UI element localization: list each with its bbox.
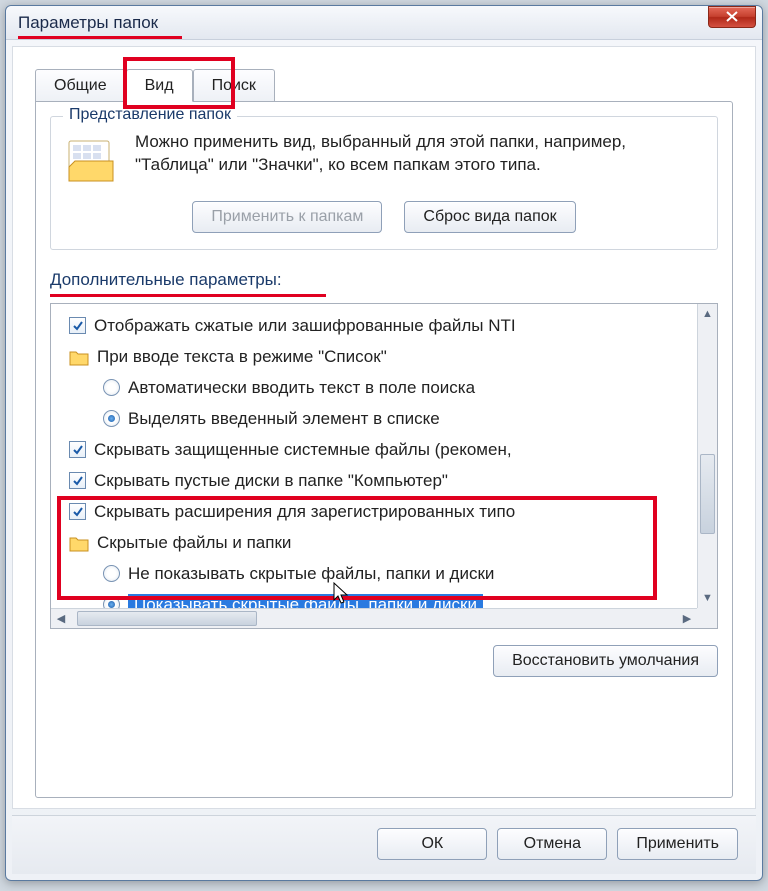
checkbox-checked-icon[interactable] <box>69 441 86 458</box>
folder-views-group: Представление папок Можно применить вид,… <box>50 116 718 250</box>
scroll-thumb[interactable] <box>700 454 715 534</box>
tab-strip: Общие Вид Поиск <box>35 65 733 101</box>
radio-unchecked-icon[interactable] <box>103 565 120 582</box>
group-title: Представление папок <box>63 106 237 124</box>
annotation-underline-2 <box>50 294 326 297</box>
tree-item[interactable]: Отображать сжатые или зашифрованные файл… <box>69 310 713 341</box>
radio-checked-icon[interactable] <box>103 410 120 427</box>
close-icon <box>726 11 738 22</box>
dialog-content: Общие Вид Поиск Представление папок <box>12 46 756 809</box>
scroll-left-icon[interactable]: ◀ <box>51 609 71 628</box>
tree-label: Скрывать пустые диски в папке "Компьютер… <box>94 471 448 491</box>
tree-item[interactable]: Автоматически вводить текст в поле поиск… <box>69 372 713 403</box>
scroll-right-icon[interactable]: ▶ <box>677 609 697 628</box>
checkbox-checked-icon[interactable] <box>69 503 86 520</box>
window-title: Параметры папок <box>18 13 158 33</box>
folder-options-dialog: Параметры папок Общие Вид Поиск Представ… <box>5 5 763 881</box>
tree-item[interactable]: Выделять введенный элемент в списке <box>69 403 713 434</box>
tab-panel-view: Представление папок Можно применить вид,… <box>35 101 733 798</box>
titlebar: Параметры папок <box>6 6 762 40</box>
cancel-button[interactable]: Отмена <box>497 828 607 860</box>
tree-item-dont-show-hidden[interactable]: Не показывать скрытые файлы, папки и дис… <box>69 558 713 589</box>
vertical-scrollbar[interactable]: ▲ ▼ <box>697 304 717 608</box>
dialog-button-bar: ОК Отмена Применить <box>12 815 756 874</box>
checkbox-checked-icon[interactable] <box>69 472 86 489</box>
tree-item-folder[interactable]: При вводе текста в режиме "Список" <box>69 341 713 372</box>
checkbox-checked-icon[interactable] <box>69 317 86 334</box>
reset-folders-button[interactable]: Сброс вида папок <box>404 201 575 233</box>
folder-large-icon <box>63 131 119 187</box>
tab-general[interactable]: Общие <box>35 69 126 101</box>
ok-button[interactable]: ОК <box>377 828 487 860</box>
tree-label: Скрытые файлы и папки <box>97 533 291 553</box>
tree-label: При вводе текста в режиме "Список" <box>97 347 387 367</box>
radio-unchecked-icon[interactable] <box>103 379 120 396</box>
close-button[interactable] <box>708 6 756 28</box>
folder-icon <box>69 534 89 552</box>
restore-defaults-button[interactable]: Восстановить умолчания <box>493 645 718 677</box>
tree-label: Отображать сжатые или зашифрованные файл… <box>94 316 516 336</box>
tree-item-folder-hidden[interactable]: Скрытые файлы и папки <box>69 527 713 558</box>
annotation-underline <box>18 36 182 39</box>
advanced-settings-tree: Отображать сжатые или зашифрованные файл… <box>50 303 718 629</box>
tree-label: Не показывать скрытые файлы, папки и дис… <box>128 564 494 584</box>
tab-search[interactable]: Поиск <box>193 69 275 101</box>
tree-item[interactable]: Скрывать пустые диски в папке "Компьютер… <box>69 465 713 496</box>
tab-view[interactable]: Вид <box>126 69 193 102</box>
tree-item[interactable]: Скрывать защищенные системные файлы (рек… <box>69 434 713 465</box>
scroll-up-icon[interactable]: ▲ <box>698 304 717 324</box>
tree-item[interactable]: Скрывать расширения для зарегистрированн… <box>69 496 713 527</box>
horizontal-scrollbar[interactable]: ◀ ▶ <box>51 608 697 628</box>
folder-icon <box>69 348 89 366</box>
apply-button[interactable]: Применить <box>617 828 738 860</box>
tree-label: Скрывать расширения для зарегистрированн… <box>94 502 515 522</box>
advanced-label: Дополнительные параметры: <box>50 270 282 290</box>
scroll-down-icon[interactable]: ▼ <box>698 588 717 608</box>
scroll-thumb[interactable] <box>77 611 257 626</box>
tree-label: Автоматически вводить текст в поле поиск… <box>128 378 475 398</box>
tree-label: Выделять введенный элемент в списке <box>128 409 440 429</box>
tree-label: Скрывать защищенные системные файлы (рек… <box>94 440 512 460</box>
scroll-corner <box>697 608 717 628</box>
advanced-section: Дополнительные параметры: Отображать сжа… <box>50 270 718 677</box>
group-description: Можно применить вид, выбранный для этой … <box>135 131 705 187</box>
apply-to-folders-button[interactable]: Применить к папкам <box>192 201 382 233</box>
